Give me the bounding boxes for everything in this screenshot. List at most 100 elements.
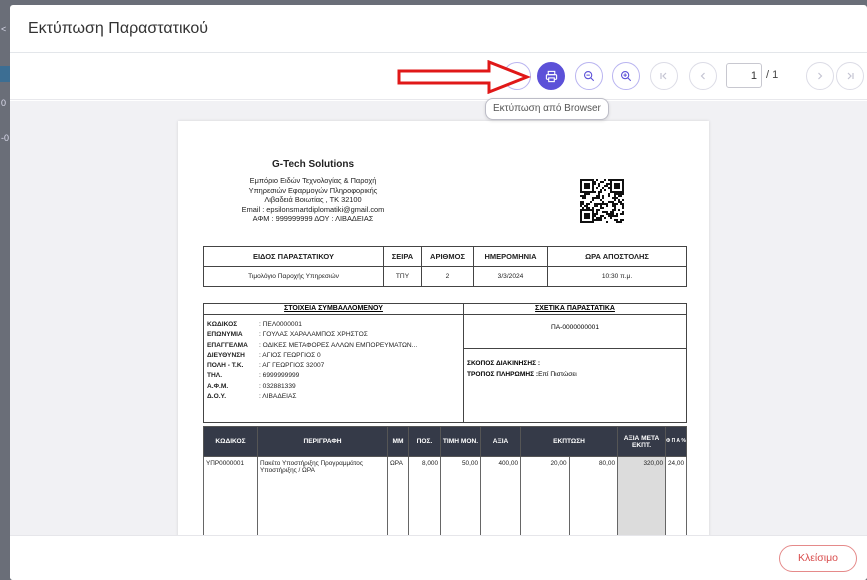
doc-series: ΤΠΥ (383, 266, 422, 287)
field-value: : ΟΔΙΚΕΣ ΜΕΤΑΦΟΡΕΣ ΑΛΛΩΝ ΕΜΠΟΡΕΥΜΑΤΩΝ... (259, 341, 418, 349)
col-header: ΠΕΡΙΓΡΑΦΗ (257, 426, 388, 457)
print-icon (545, 70, 558, 83)
field-label: Α.Φ.Μ. (207, 382, 229, 390)
col-header: ΗΜΕΡΟΜΗΝΙΑ (473, 246, 548, 267)
backdrop-label: < (1, 24, 7, 34)
section-title: ΣΤΟΙΧΕΙΑ ΣΥΜΒΑΛΛΟΜΕΝΟΥ (204, 304, 463, 315)
col-header: ΣΕΙΡΑ (383, 246, 422, 267)
field-label: ΚΩΔΙΚΟΣ (207, 321, 238, 328)
zoom-out-button[interactable] (575, 62, 603, 90)
doc-type: Τιμολόγιο Παροχής Υπηρεσιών (203, 266, 384, 287)
item-value: 400,00 (480, 456, 521, 535)
qr-code-icon (580, 179, 624, 223)
field-label: ΔΙΕΥΘΥΝΣΗ (207, 351, 245, 359)
print-tooltip: Εκτύπωση από Browser (485, 98, 609, 120)
page-total: / 1 (766, 69, 779, 81)
customer-field: ΕΠΩΝΥΜΙΑ : ΓΟΥΛΑΣ ΧΑΡΑΛΑΜΠΟΣ ΧΡΗΣΤΟΣ (207, 330, 463, 340)
table-row: ΥΠΡ0000001 Πακέτο Υποστήριξης Προγραμμάτ… (203, 456, 687, 535)
field-label: Δ.Ο.Υ. (207, 393, 227, 401)
related-doc-code: ΠΑ-0000000001 (464, 315, 686, 349)
prev-page-button[interactable] (689, 62, 717, 90)
col-header: ΑΡΙΘΜΟΣ (421, 246, 474, 267)
items-table: ΚΩΔΙΚΟΣ ΠΕΡΙΓΡΑΦΗ ΜΜ ΠΟΣ. ΤΙΜΗ ΜΟΝ. ΑΞΙΑ… (203, 426, 687, 535)
customer-field: ΚΩΔΙΚΟΣ : ΠΕΛ0000001 (207, 320, 463, 330)
backdrop-highlight (0, 66, 10, 82)
company-tax-id: ΑΦΜ : 999999999 ΔΟΥ : ΛΙΒΑΔΕΙΑΣ (252, 214, 374, 224)
item-unit: ΩΡΑ (387, 456, 409, 535)
dispatch-time: 10:30 π.μ. (547, 266, 687, 287)
customer-field: Δ.Ο.Υ. : ΛΙΒΑΔΕΙΑΣ (207, 392, 463, 402)
col-header: ΩΡΑ ΑΠΟΣΤΟΛΗΣ (547, 246, 687, 267)
backdrop-label: 0 (1, 98, 7, 108)
item-net-value: 320,00 (617, 456, 666, 535)
first-page-icon (659, 71, 669, 81)
col-header: ΠΟΣ. (408, 426, 441, 457)
last-page-icon (845, 71, 855, 81)
customer-details: ΣΤΟΙΧΕΙΑ ΣΥΜΒΑΛΛΟΜΕΝΟΥ ΚΩΔΙΚΟΣ : ΠΕΛ00000… (204, 304, 464, 422)
doc-date: 3/3/2024 (473, 266, 548, 287)
field-label: ΠΟΛΗ - Τ.Κ. (207, 362, 244, 370)
transport-payment: ΣΚΟΠΟΣ ΔΙΑΚΙΝΗΣΗΣ : ΤΡΟΠΟΣ ΠΛΗΡΩΜΗΣ :Επί… (464, 349, 686, 380)
company-line: Υπηρεσιών Εφαρμογών Πληροφορικής (248, 185, 378, 195)
zoom-in-icon (620, 70, 632, 82)
col-header: ΑΞΙΑ ΜΕΤΑ ΕΚΠΤ. (617, 426, 666, 457)
close-button[interactable]: Κλείσιμο (779, 545, 857, 572)
col-header: ΤΙΜΗ ΜΟΝ. (440, 426, 481, 457)
document-viewer[interactable]: G-Tech Solutions Εμπόριο Ειδών Τεχνολογί… (10, 101, 867, 535)
col-header: ΕΙΔΟΣ ΠΑΡΑΣΤΑΤΙΚΟΥ (203, 246, 384, 267)
red-arrow-annotation (397, 60, 531, 94)
col-header: ΕΚΠΤΩΣΗ (520, 426, 618, 457)
backdrop-label: -0 (1, 133, 10, 143)
payment-value: Επί Πιστώσει (538, 371, 577, 378)
company-email: Email : epsilonsmartdiplomatiki@gmail.co… (241, 204, 385, 214)
document-info-table: ΕΙΔΟΣ ΠΑΡΑΣΤΑΤΙΚΟΥ ΣΕΙΡΑ ΑΡΙΘΜΟΣ ΗΜΕΡΟΜΗ… (203, 246, 687, 287)
invoice-page: G-Tech Solutions Εμπόριο Ειδών Τεχνολογί… (178, 121, 709, 535)
dialog-title: Εκτύπωση Παραστατικού (28, 19, 208, 37)
customer-field: ΤΗΛ.: 6999999999 (207, 371, 463, 381)
section-title: ΣΧΕΤΙΚΑ ΠΑΡΑΣΤΑΤΙΚΑ (464, 304, 686, 315)
page-number-input[interactable] (726, 63, 762, 88)
col-header: Φ Π Α % (665, 426, 687, 457)
zoom-in-button[interactable] (612, 62, 640, 90)
col-header: ΑΞΙΑ (480, 426, 521, 457)
zoom-out-icon (583, 70, 595, 82)
field-label: ΕΠΑΓΓΕΛΜΑ (207, 341, 248, 349)
customer-field: Α.Φ.Μ. : 032881339 (207, 382, 463, 392)
doc-number: 2 (421, 266, 474, 287)
item-discount-pct: 20,00 (520, 456, 570, 535)
col-header: ΜΜ (387, 426, 409, 457)
col-header: ΚΩΔΙΚΟΣ (203, 426, 258, 457)
item-qty: 8,000 (408, 456, 441, 535)
payment-label: ΤΡΟΠΟΣ ΠΛΗΡΩΜΗΣ : (467, 371, 539, 378)
item-code: ΥΠΡ0000001 (203, 456, 258, 535)
field-value: : ΛΙΒΑΔΕΙΑΣ (259, 393, 297, 401)
field-value: : ΑΓ ΓΕΩΡΓΙΟΣ 32007 (259, 362, 325, 370)
company-info: G-Tech Solutions Εμπόριο Ειδών Τεχνολογί… (208, 159, 418, 224)
first-page-button[interactable] (650, 62, 678, 90)
prev-page-icon (698, 71, 708, 81)
field-value: : ΠΕΛ0000001 (259, 321, 302, 328)
last-page-button[interactable] (836, 62, 864, 90)
customer-fields: ΚΩΔΙΚΟΣ : ΠΕΛ0000001 ΕΠΩΝΥΜΙΑ : ΓΟΥΛΑΣ ΧΑΡΑ… (204, 315, 463, 402)
item-price: 50,00 (440, 456, 481, 535)
field-value: : ΑΓΙΟΣ ΓΕΩΡΓΙΟΣ 0 (259, 351, 321, 359)
related-documents: ΣΧΕΤΙΚΑ ΠΑΡΑΣΤΑΤΙΚΑ ΠΑ-0000000001 ΣΚΟΠΟΣ… (464, 304, 686, 422)
customer-field: ΠΟΛΗ - Τ.Κ. : ΑΓ ΓΕΩΡΓΙΟΣ 32007 (207, 361, 463, 371)
company-line: Λιβαδειά Βοιωτίας , ΤΚ 32100 (264, 195, 362, 205)
party-section: ΣΤΟΙΧΕΙΑ ΣΥΜΒΑΛΛΟΜΕΝΟΥ ΚΩΔΙΚΟΣ : ΠΕΛ00000… (203, 303, 687, 423)
customer-field: ΔΙΕΥΘΥΝΣΗ : ΑΓΙΟΣ ΓΕΩΡΓΙΟΣ 0 (207, 351, 463, 361)
next-page-icon (815, 71, 825, 81)
field-value: : 6999999999 (259, 372, 300, 380)
company-name: G-Tech Solutions (271, 159, 355, 170)
dialog-footer: Κλείσιμο (10, 535, 867, 580)
next-page-button[interactable] (806, 62, 834, 90)
field-label: ΕΠΩΝΥΜΙΑ (207, 331, 243, 339)
company-line: Εμπόριο Ειδών Τεχνολογίας & Παροχή (249, 176, 377, 185)
print-button[interactable] (537, 62, 565, 90)
item-vat: 24,00 (665, 456, 687, 535)
field-value: : 032881339 (259, 382, 296, 390)
purpose-label: ΣΚΟΠΟΣ ΔΙΑΚΙΝΗΣΗΣ : (467, 360, 541, 367)
item-discount-amt: 80,00 (568, 456, 618, 535)
item-description: Πακέτο Υποστήριξης Προγραμμάτος Υποστήρι… (257, 456, 388, 535)
field-value: : ΓΟΥΛΑΣ ΧΑΡΑΛΑΜΠΟΣ ΧΡΗΣΤΟΣ (259, 331, 368, 339)
